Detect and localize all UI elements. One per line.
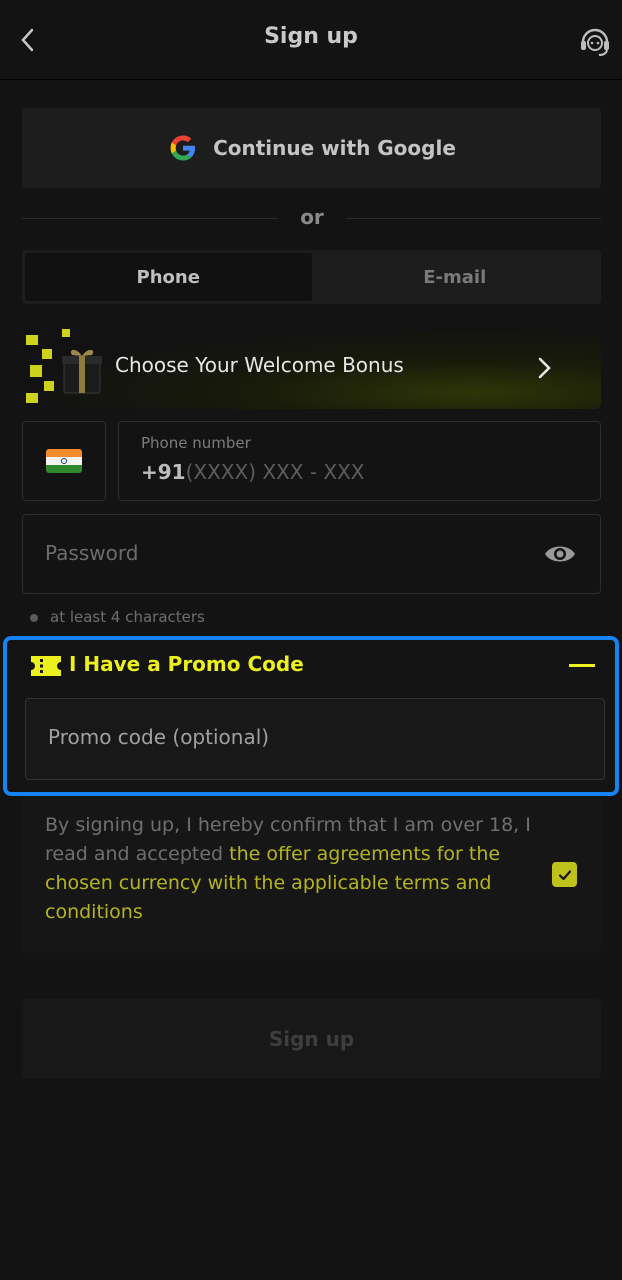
decor-square (62, 329, 70, 337)
promo-code-section: I Have a Promo Code Promo code (optional… (3, 636, 619, 796)
decor-square (26, 393, 38, 403)
divider-line-left (22, 218, 278, 219)
password-placeholder: Password (45, 541, 139, 565)
or-divider-text: or (300, 205, 324, 229)
hint-bullet (30, 614, 38, 622)
google-button-label: Continue with Google (213, 136, 456, 160)
checkmark-icon (558, 869, 571, 880)
phone-number-label: Phone number (141, 434, 251, 452)
promo-code-input[interactable]: Promo code (optional) (25, 698, 605, 780)
minus-icon[interactable] (569, 664, 595, 667)
google-icon (170, 135, 196, 161)
page-title: Sign up (264, 24, 358, 49)
password-hint: at least 4 characters (50, 608, 205, 626)
phone-number-field[interactable]: Phone number +91(XXXX) XXX - XXX (118, 421, 601, 501)
welcome-bonus-banner[interactable]: Choose Your Welcome Bonus (22, 327, 601, 409)
decor-square (44, 381, 54, 391)
decor-square (26, 335, 38, 345)
phone-prefix: +91 (141, 460, 186, 484)
ticket-icon (31, 656, 61, 676)
decor-square (30, 365, 42, 377)
phone-placeholder: (XXXX) XXX - XXX (185, 460, 365, 484)
terms-checkbox[interactable] (552, 862, 577, 887)
sign-up-button[interactable]: Sign up (22, 999, 601, 1079)
signup-method-tabs: Phone E-mail (22, 250, 601, 304)
gift-icon (62, 349, 102, 394)
headset-icon[interactable] (578, 24, 612, 58)
tab-email[interactable]: E-mail (312, 253, 599, 301)
continue-with-google-button[interactable]: Continue with Google (22, 108, 601, 188)
password-field[interactable]: Password (22, 514, 601, 594)
welcome-bonus-label: Choose Your Welcome Bonus (115, 353, 404, 377)
tab-phone[interactable]: Phone (25, 253, 312, 301)
india-flag-icon (46, 449, 82, 473)
promo-code-toggle[interactable]: I Have a Promo Code (69, 652, 304, 676)
promo-code-placeholder: Promo code (optional) (48, 725, 270, 749)
terms-agreement: By signing up, I hereby confirm that I a… (22, 797, 601, 953)
eye-icon[interactable] (543, 539, 577, 569)
terms-text: By signing up, I hereby confirm that I a… (45, 811, 535, 927)
phone-number-input[interactable]: +91(XXXX) XXX - XXX (141, 460, 365, 484)
chevron-right-icon (538, 357, 551, 379)
decor-square (42, 349, 52, 359)
header: Sign up (0, 0, 622, 80)
divider-line-right (346, 218, 601, 219)
country-code-selector[interactable] (22, 421, 106, 501)
